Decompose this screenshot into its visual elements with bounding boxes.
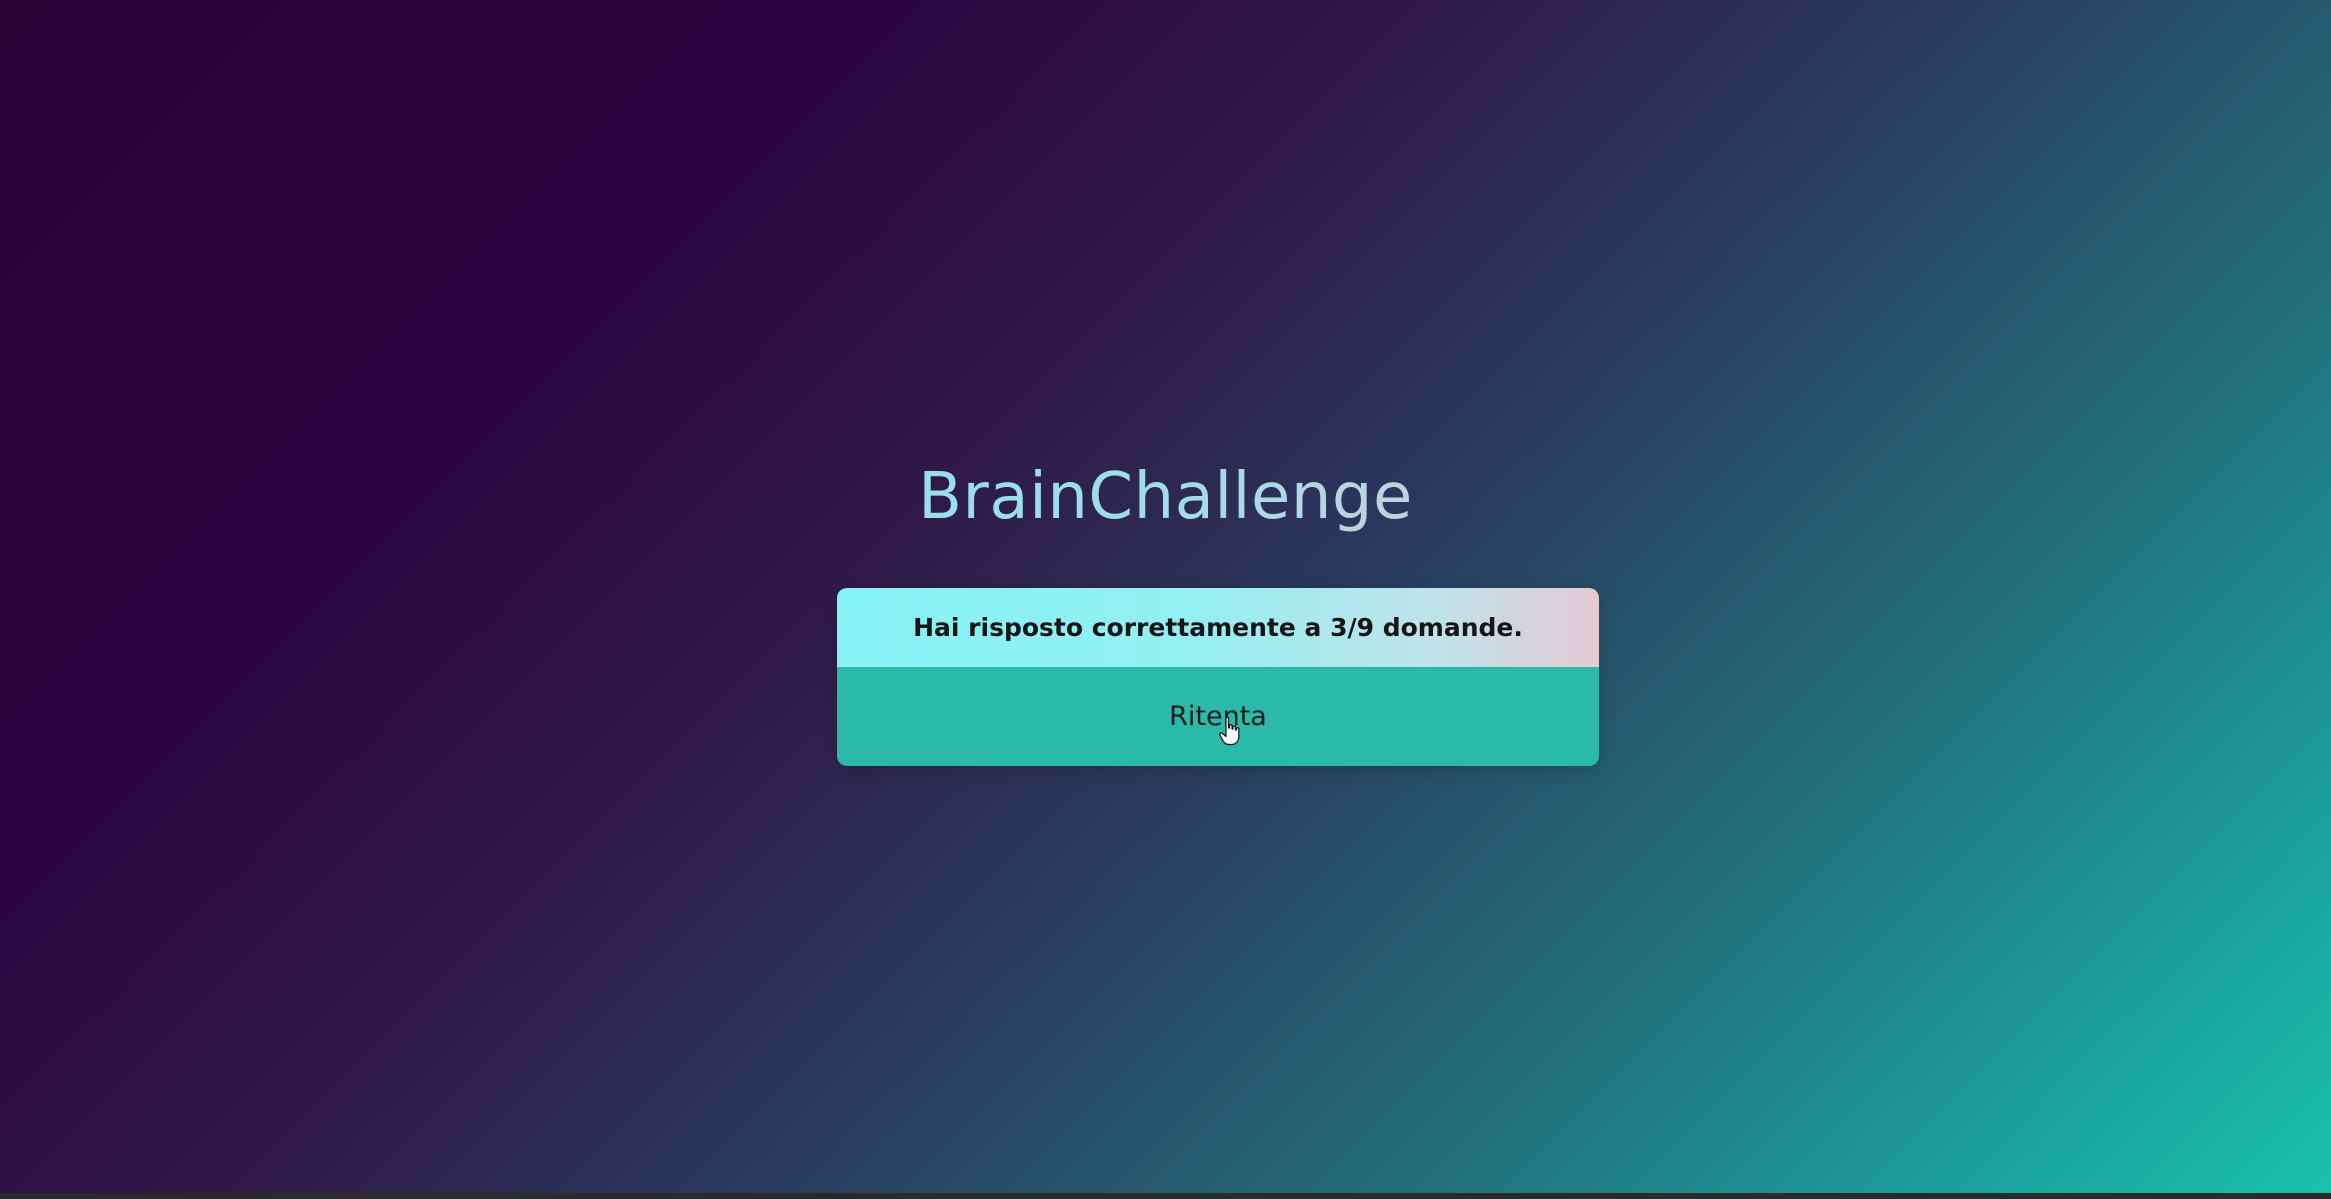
hand-pointer-icon bbox=[1219, 716, 1240, 746]
result-message: Hai risposto correttamente a 3/9 domande… bbox=[837, 588, 1599, 667]
retry-button-label: Ritenta bbox=[1169, 701, 1267, 732]
result-card: Hai risposto correttamente a 3/9 domande… bbox=[837, 588, 1599, 766]
window-bottom-border bbox=[0, 1193, 2331, 1199]
app-title: BrainChallenge bbox=[0, 452, 2331, 542]
retry-button[interactable]: Ritenta bbox=[837, 667, 1599, 766]
